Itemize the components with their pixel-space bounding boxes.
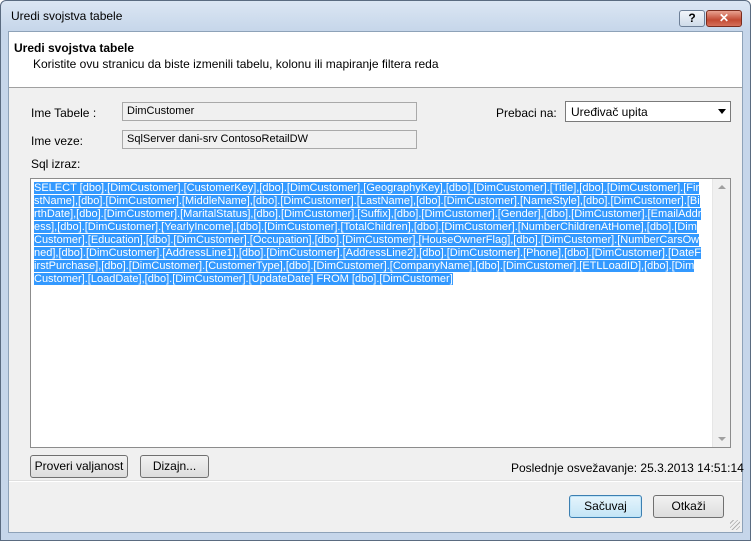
- window-title: Uredi svojstva tabele: [11, 9, 123, 23]
- switch-to-value: Uređivač upita: [571, 105, 648, 119]
- dialog-client-area: Uredi svojstva tabele Koristite ovu stra…: [8, 31, 744, 533]
- table-name-label: Ime Tabele :: [31, 106, 97, 120]
- sql-selected-text: SELECT [dbo].[DimCustomer].[CustomerKey]…: [34, 182, 702, 285]
- table-name-field[interactable]: DimCustomer: [122, 102, 417, 121]
- switch-to-dropdown[interactable]: Uređivač upita: [565, 101, 731, 122]
- save-button[interactable]: Sačuvaj: [569, 495, 642, 518]
- sql-text-content: SELECT [dbo].[DimCustomer].[CustomerKey]…: [34, 182, 702, 286]
- resize-grip-icon[interactable]: [730, 520, 740, 530]
- footer-separator: [9, 480, 742, 482]
- connection-name-field[interactable]: SqlServer dani-srv ContosoRetailDW: [122, 130, 417, 149]
- switch-to-label: Prebaci na:: [496, 106, 557, 120]
- design-button[interactable]: Dizajn...: [140, 455, 209, 478]
- cancel-button[interactable]: Otkaži: [653, 495, 724, 518]
- last-refresh-status: Poslednje osvežavanje: 25.3.2013 14:51:1…: [511, 461, 744, 475]
- chevron-down-icon: [718, 109, 726, 114]
- sql-expression-textarea[interactable]: SELECT [dbo].[DimCustomer].[CustomerKey]…: [30, 178, 731, 448]
- vertical-scrollbar[interactable]: [712, 179, 730, 447]
- help-button[interactable]: ?: [679, 10, 705, 27]
- title-bar[interactable]: Uredi svojstva tabele ? ✕: [1, 1, 750, 31]
- scroll-up-icon[interactable]: [718, 185, 726, 189]
- dialog-window: Uredi svojstva tabele ? ✕ Uredi svojstva…: [0, 0, 751, 541]
- scroll-down-icon[interactable]: [718, 437, 726, 441]
- dialog-header: Uredi svojstva tabele Koristite ovu stra…: [9, 32, 742, 88]
- header-subtitle: Koristite ovu stranicu da biste izmenili…: [33, 57, 439, 71]
- connection-name-label: Ime veze:: [31, 134, 84, 148]
- validate-button[interactable]: Proveri valjanost: [30, 455, 128, 478]
- close-button[interactable]: ✕: [706, 10, 742, 27]
- header-title: Uredi svojstva tabele: [14, 41, 135, 55]
- sql-expression-label: Sql izraz:: [31, 157, 81, 171]
